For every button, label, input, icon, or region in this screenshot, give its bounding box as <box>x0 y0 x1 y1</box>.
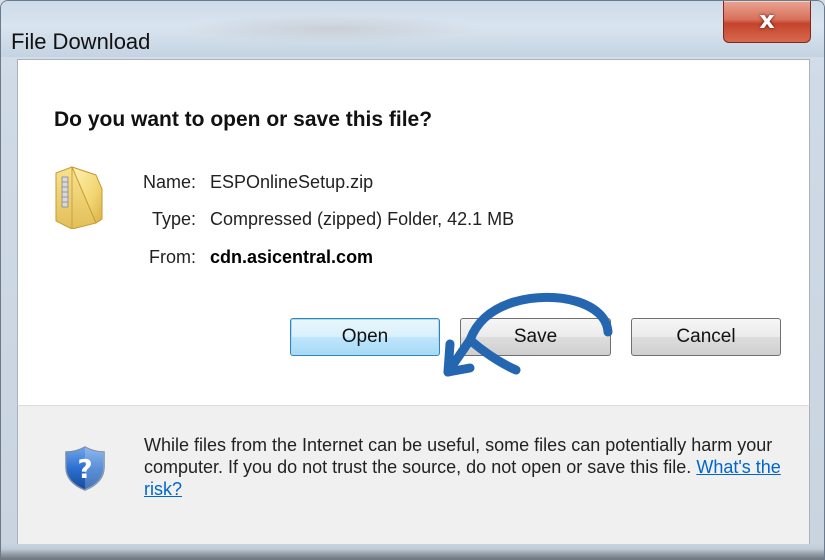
security-warning-panel: ? While files from the Internet can be u… <box>17 405 810 545</box>
shield-question-icon: ? <box>65 446 105 491</box>
file-download-dialog: File Download x Do you want to open or s… <box>0 0 825 560</box>
file-source-value: cdn.asicentral.com <box>210 247 374 267</box>
title-bar[interactable]: File Download <box>1 1 824 57</box>
dialog-body: Do you want to open or save this file? N… <box>17 59 810 405</box>
window-title: File Download <box>11 29 151 54</box>
curved-arrow-icon <box>443 292 613 377</box>
file-source-row: From: cdn.asicentral.com <box>92 247 373 268</box>
file-name-value: ESPOnlineSetup.zip <box>210 172 374 192</box>
close-button[interactable]: x <box>723 1 811 43</box>
cancel-button[interactable]: Cancel <box>631 318 781 356</box>
file-type-label: Type: <box>151 209 196 229</box>
warning-message: While files from the Internet can be use… <box>144 435 773 477</box>
file-type-row: Type: Compressed (zipped) Folder, 42.1 M… <box>92 209 514 230</box>
close-icon: x <box>759 5 775 34</box>
title-bar-glass <box>181 15 481 43</box>
dialog-question: Do you want to open or save this file? <box>54 108 433 131</box>
file-source-label: From: <box>149 247 196 267</box>
security-warning-text: While files from the Internet can be use… <box>144 434 794 500</box>
svg-text:?: ? <box>77 455 92 485</box>
file-type-value: Compressed (zipped) Folder, 42.1 MB <box>210 209 515 229</box>
file-name-label: Name: <box>142 172 196 192</box>
file-name-row: Name: ESPOnlineSetup.zip <box>92 172 373 193</box>
open-button[interactable]: Open <box>290 318 440 356</box>
window-bottom-shadow <box>1 549 824 559</box>
